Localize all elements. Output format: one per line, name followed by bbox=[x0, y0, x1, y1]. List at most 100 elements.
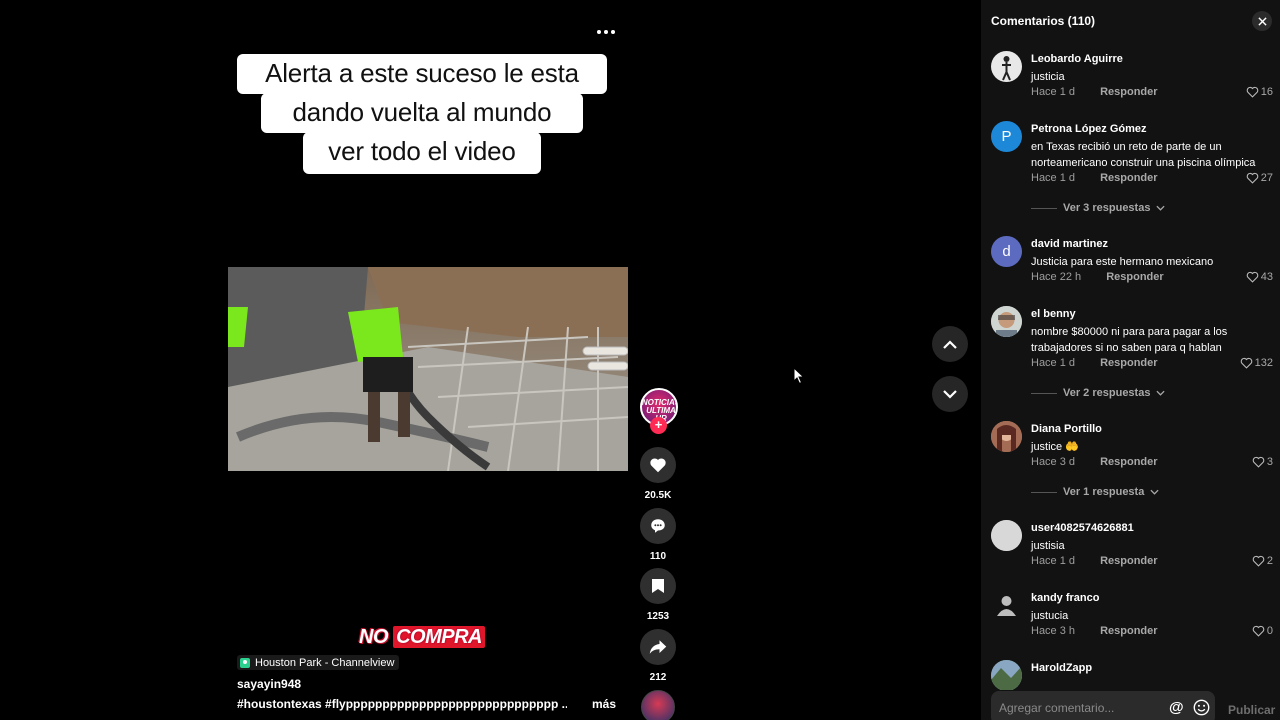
avatar-initial: P bbox=[1001, 128, 1012, 145]
divider-line bbox=[1031, 392, 1057, 394]
comment-author[interactable]: kandy franco bbox=[1031, 592, 1099, 604]
comment-like-button[interactable]: 43 bbox=[1246, 271, 1273, 283]
location-tag[interactable]: Houston Park - Channelview bbox=[237, 655, 400, 670]
heart-outline-icon bbox=[1246, 86, 1259, 98]
sound-avatar[interactable] bbox=[641, 690, 675, 720]
comment-item: Diana Portillo justice 🤲 Hace 3 d Respon… bbox=[981, 421, 1280, 501]
view-replies-button[interactable]: Ver 1 respuesta bbox=[1031, 486, 1159, 498]
comment-avatar[interactable] bbox=[991, 660, 1022, 691]
chevron-down-icon bbox=[1156, 205, 1166, 211]
comment-like-button[interactable]: 132 bbox=[1240, 357, 1273, 369]
comment-time: Hace 1 d bbox=[1031, 357, 1076, 369]
comment-time: Hace 3 d bbox=[1031, 456, 1076, 468]
overlay-word-2: COMPRA bbox=[393, 626, 485, 648]
chevron-down-icon bbox=[1150, 489, 1159, 495]
user-silhouette-icon bbox=[997, 596, 1016, 616]
heart-icon bbox=[650, 458, 666, 473]
reply-button[interactable]: Responder bbox=[1100, 625, 1157, 637]
share-arrow-icon bbox=[649, 640, 667, 654]
comment-item: d david martinez Justicia para este herm… bbox=[981, 236, 1280, 296]
comment-like-button[interactable]: 2 bbox=[1252, 555, 1273, 567]
reply-button[interactable]: Responder bbox=[1100, 86, 1157, 98]
comment-avatar[interactable]: d bbox=[991, 236, 1022, 267]
comment-text: justice 🤲 bbox=[1031, 441, 1079, 453]
reply-button[interactable]: Responder bbox=[1100, 456, 1157, 468]
comment-like-button[interactable]: 3 bbox=[1252, 456, 1273, 468]
view-replies-button[interactable]: Ver 2 respuestas bbox=[1031, 387, 1166, 399]
reply-button[interactable]: Responder bbox=[1106, 271, 1163, 283]
save-button[interactable] bbox=[640, 568, 676, 604]
next-video-button[interactable] bbox=[932, 376, 968, 412]
mouse-cursor-icon bbox=[793, 367, 805, 385]
comment-meta: Hace 1 d Responder bbox=[1031, 555, 1158, 567]
close-comments-button[interactable] bbox=[1252, 11, 1272, 31]
comment-like-button[interactable]: 27 bbox=[1246, 172, 1273, 184]
video-hashtags[interactable]: #houstontexas #flypppppppppppppppppppppp… bbox=[237, 697, 567, 711]
comment-item: P Petrona López Gómez en Texas recibió u… bbox=[981, 121, 1280, 221]
comment-author[interactable]: el benny bbox=[1031, 308, 1076, 320]
comment-text: Justicia para este hermano mexicano bbox=[1031, 256, 1214, 268]
comment-text: justucia bbox=[1031, 610, 1069, 622]
like-button[interactable] bbox=[640, 447, 676, 483]
chevron-up-icon bbox=[943, 339, 957, 349]
view-replies-label: Ver 2 respuestas bbox=[1063, 387, 1151, 399]
video-overlay-text: NO COMPRA bbox=[356, 626, 488, 652]
comment-like-button[interactable]: 0 bbox=[1252, 625, 1273, 637]
comment-time: Hace 3 h bbox=[1031, 625, 1076, 637]
previous-video-button[interactable] bbox=[932, 326, 968, 362]
video-frame[interactable] bbox=[228, 267, 628, 471]
reply-button[interactable]: Responder bbox=[1100, 357, 1157, 369]
comment-author[interactable]: HaroldZapp bbox=[1031, 662, 1092, 674]
comment-item: HaroldZapp bbox=[981, 660, 1280, 691]
close-icon bbox=[1257, 16, 1267, 26]
comment-time: Hace 1 d bbox=[1031, 86, 1076, 98]
avatar-initial: d bbox=[1002, 243, 1011, 260]
comment-like-count: 27 bbox=[1260, 172, 1273, 184]
default-avatar-icon bbox=[991, 520, 1022, 551]
bookmark-icon bbox=[652, 579, 664, 593]
avatar-face-icon bbox=[991, 421, 1022, 452]
overlay-word-1: NO bbox=[359, 626, 389, 648]
publish-button[interactable]: Publicar bbox=[1228, 703, 1275, 717]
view-replies-button[interactable]: Ver 3 respuestas bbox=[1031, 202, 1166, 214]
reply-button[interactable]: Responder bbox=[1100, 555, 1157, 567]
follow-plus-icon[interactable]: + bbox=[650, 417, 667, 434]
comment-meta: Hace 3 d Responder bbox=[1031, 456, 1158, 468]
emoji-icon[interactable] bbox=[1193, 699, 1210, 716]
comment-author[interactable]: Diana Portillo bbox=[1031, 423, 1102, 435]
comment-avatar[interactable] bbox=[991, 51, 1022, 82]
comment-like-count: 16 bbox=[1260, 86, 1273, 98]
more-description-link[interactable]: más bbox=[592, 697, 616, 711]
comment-author[interactable]: Leobardo Aguirre bbox=[1031, 53, 1123, 65]
avatar-face-icon bbox=[991, 306, 1022, 337]
more-options-icon[interactable] bbox=[594, 22, 618, 42]
comment-like-count: 3 bbox=[1266, 456, 1273, 468]
comment-author[interactable]: user4082574626881 bbox=[1031, 522, 1134, 534]
video-player[interactable]: Alerta a este suceso le esta dando vuelt… bbox=[0, 0, 981, 720]
comment-avatar[interactable] bbox=[991, 421, 1022, 452]
like-action[interactable]: 20.5K bbox=[640, 447, 676, 501]
caption-line-1: Alerta a este suceso le esta bbox=[237, 54, 607, 94]
comment-like-button[interactable]: 16 bbox=[1246, 86, 1273, 98]
comment-avatar[interactable] bbox=[991, 520, 1022, 551]
comment-like-count: 43 bbox=[1260, 271, 1273, 283]
share-button[interactable] bbox=[640, 629, 676, 665]
comment-time: Hace 22 h bbox=[1031, 271, 1082, 283]
comment-author[interactable]: Petrona López Gómez bbox=[1031, 123, 1147, 135]
avatar-landscape-icon bbox=[991, 660, 1022, 691]
heart-outline-icon bbox=[1252, 555, 1265, 567]
reply-button[interactable]: Responder bbox=[1100, 172, 1157, 184]
share-action[interactable]: 212 bbox=[640, 629, 676, 683]
divider-line bbox=[1031, 207, 1057, 209]
comment-item: Leobardo Aguirre justicia Hace 1 d Respo… bbox=[981, 51, 1280, 111]
avatar-figure-icon bbox=[1002, 56, 1011, 81]
comment-action[interactable]: 110 bbox=[640, 508, 676, 562]
comment-author[interactable]: david martinez bbox=[1031, 238, 1108, 250]
mention-icon[interactable]: @ bbox=[1169, 699, 1184, 716]
comment-button[interactable] bbox=[640, 508, 676, 544]
save-action[interactable]: 1253 bbox=[640, 568, 676, 622]
comment-avatar[interactable] bbox=[991, 306, 1022, 337]
video-username[interactable]: sayayin948 bbox=[237, 677, 301, 691]
comment-avatar[interactable]: P bbox=[991, 121, 1022, 152]
comment-avatar[interactable] bbox=[991, 590, 1022, 621]
